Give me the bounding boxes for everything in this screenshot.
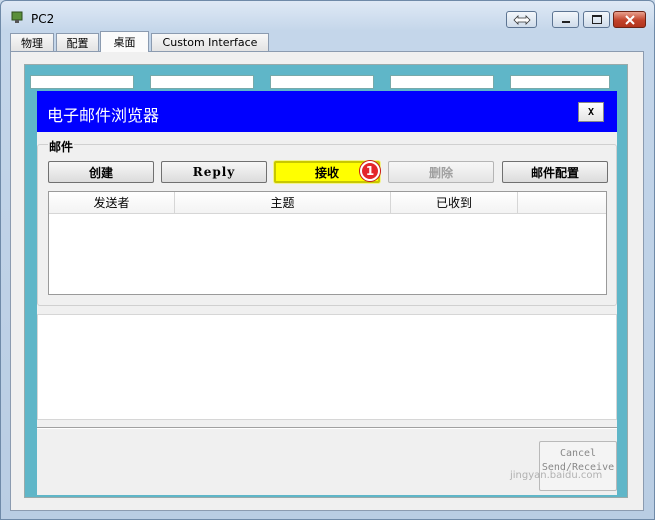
desktop-app-icon[interactable] xyxy=(270,75,374,89)
mail-group-label: 邮件 xyxy=(48,138,75,155)
window-title: PC2 xyxy=(31,12,55,26)
tab-config[interactable]: 配置 xyxy=(56,33,99,51)
tab-content: 电子邮件浏览器 X 邮件 创建 Reply 接收 1 删除 邮件配置 发送者 主… xyxy=(10,51,644,511)
email-browser-header: 电子邮件浏览器 X xyxy=(37,91,617,132)
mail-config-button[interactable]: 邮件配置 xyxy=(502,161,608,183)
column-header-subject[interactable]: 主题 xyxy=(175,192,391,214)
tab-custom-interface[interactable]: Custom Interface xyxy=(151,33,269,51)
restore-layout-button[interactable] xyxy=(506,11,537,28)
column-header-sender[interactable]: 发送者 xyxy=(49,192,175,214)
minimize-button[interactable] xyxy=(552,11,579,28)
cancel-send-receive-button: Cancel Send/Receive xyxy=(539,441,617,491)
desktop-app-icon[interactable] xyxy=(510,75,610,89)
column-header-empty xyxy=(518,192,606,214)
reply-button[interactable]: Reply xyxy=(161,161,267,183)
maximize-button[interactable] xyxy=(583,11,610,28)
tab-desktop[interactable]: 桌面 xyxy=(100,31,149,52)
message-preview[interactable] xyxy=(37,314,617,420)
application-window: PC2 物理 配置 桌面 Custom Interface 电子邮件浏览器 X … xyxy=(0,0,655,520)
mail-list-table[interactable]: 发送者 主题 已收到 xyxy=(48,191,607,295)
email-browser-window: 电子邮件浏览器 X 邮件 创建 Reply 接收 1 删除 邮件配置 发送者 主… xyxy=(37,91,617,495)
column-header-received[interactable]: 已收到 xyxy=(391,192,518,214)
tab-physical[interactable]: 物理 xyxy=(10,33,54,51)
desktop-app-icon[interactable] xyxy=(30,75,134,89)
email-close-button[interactable]: X xyxy=(578,102,604,122)
desktop-app-icon[interactable] xyxy=(390,75,494,89)
email-browser-title: 电子邮件浏览器 xyxy=(47,106,160,125)
app-icon xyxy=(11,11,23,23)
close-button[interactable] xyxy=(613,11,646,28)
title-bar: PC2 xyxy=(1,1,654,31)
divider xyxy=(37,427,617,429)
create-button[interactable]: 创建 xyxy=(48,161,154,183)
watermark: jingyan.baidu.com xyxy=(510,470,603,481)
desktop-area: 电子邮件浏览器 X 邮件 创建 Reply 接收 1 删除 邮件配置 发送者 主… xyxy=(24,64,628,498)
arrows-icon xyxy=(512,14,531,25)
minimize-icon xyxy=(561,21,570,23)
step-badge: 1 xyxy=(360,161,380,181)
desktop-app-icon[interactable] xyxy=(150,75,254,89)
close-icon xyxy=(624,14,635,25)
maximize-icon xyxy=(591,15,602,24)
cancel-label-line1: Cancel xyxy=(559,448,597,459)
delete-button: 删除 xyxy=(388,161,494,183)
